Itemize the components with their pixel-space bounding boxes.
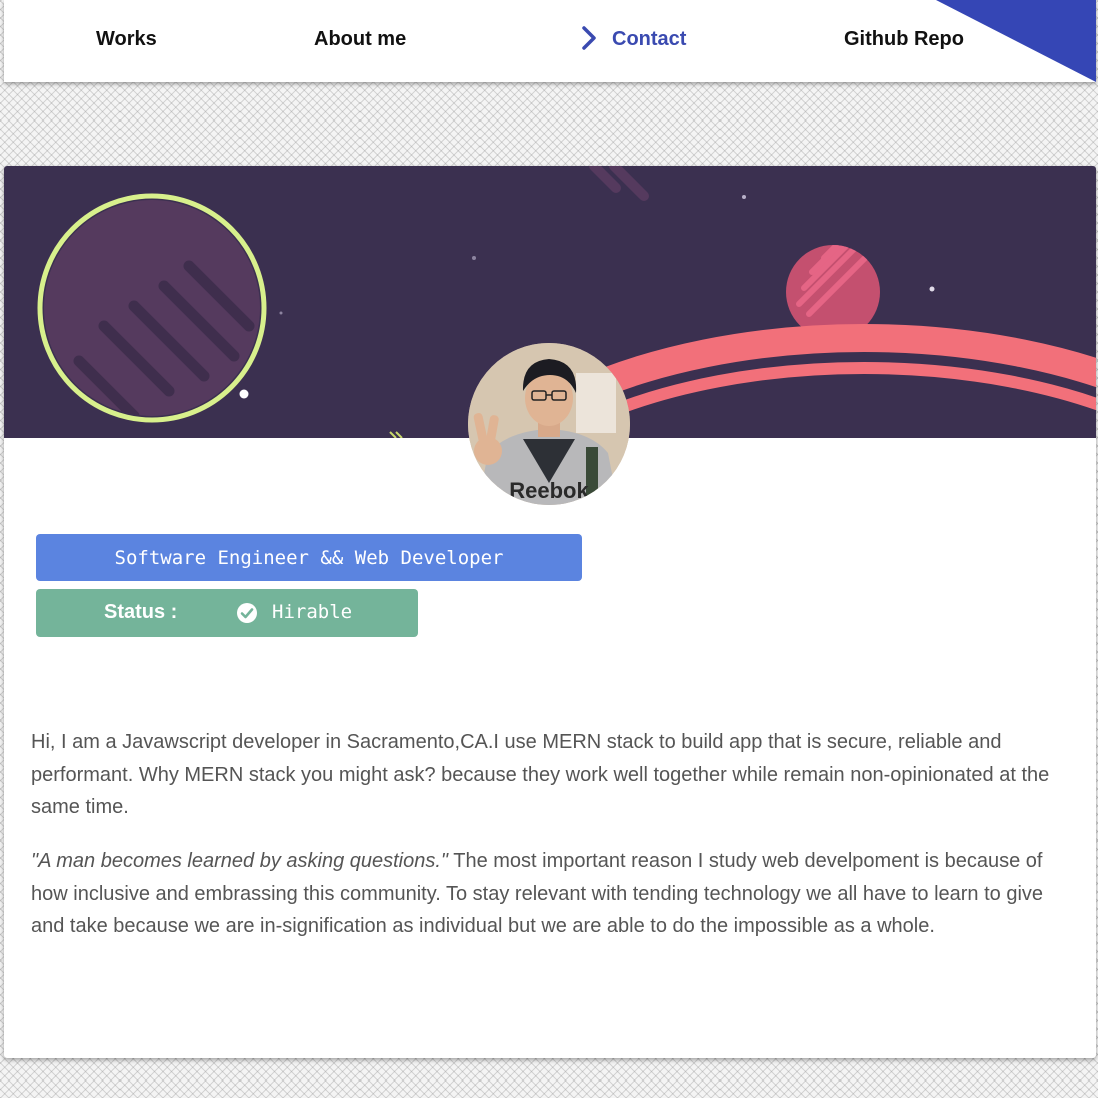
nav-item-about-me[interactable]: About me [314, 28, 406, 51]
status-label: Status : [104, 601, 178, 623]
nav-item-works[interactable]: Works [96, 28, 157, 51]
profile-avatar: Reebok [468, 343, 630, 505]
check-circle-icon [237, 603, 257, 623]
top-nav: Works About me Contact Github Repo [4, 0, 1096, 82]
status-value: Hirable [272, 601, 353, 623]
status-badge: Status : Hirable [36, 589, 418, 637]
bio-paragraph-intro: Hi, I am a Javawscript developer in Sacr… [31, 731, 1050, 818]
profile-card: Reebok Software Engineer && Web Develope… [4, 166, 1096, 1058]
bio-quote: "A man becomes learned by asking questio… [31, 850, 449, 872]
nav-corner-decoration [936, 0, 1096, 82]
bio-paragraph-philosophy: "A man becomes learned by asking questio… [31, 845, 1061, 943]
chevron-right-icon [582, 26, 596, 50]
nav-item-contact[interactable]: Contact [612, 28, 686, 51]
svg-text:Reebok: Reebok [509, 478, 589, 503]
job-title-badge: Software Engineer && Web Developer [36, 534, 582, 581]
